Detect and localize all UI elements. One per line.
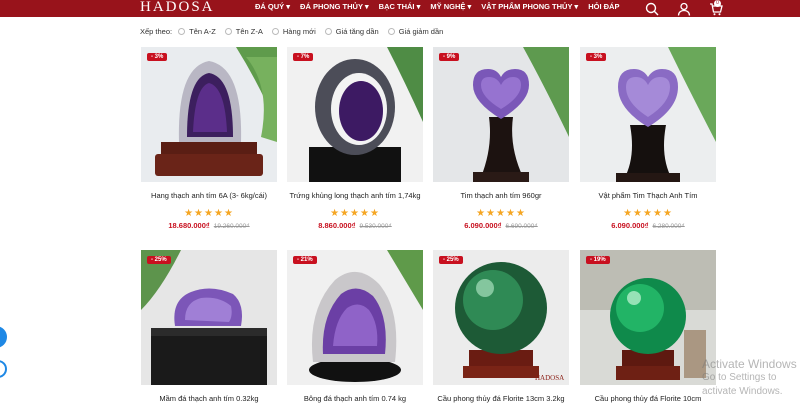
nav-item-vat-pham-phong-thuy[interactable]: VẬT PHẨM PHONG THỦY ▾ [481, 0, 578, 17]
original-price: 6.280.000₫ [652, 223, 685, 230]
original-price: 6.690.000₫ [505, 223, 538, 230]
sort-option-newest[interactable]: Hàng mới [271, 26, 316, 36]
product-image[interactable]: - 3% [580, 47, 716, 182]
messenger-chat-button[interactable] [0, 326, 7, 348]
product-image[interactable]: - 19% [580, 250, 716, 385]
product-card[interactable]: - 21% Bông đá thạch anh tím 0.74 kg [287, 250, 423, 406]
product-card[interactable]: - 19% Cầu phong thủy đá Florite 10cm [580, 250, 716, 406]
header-icons [645, 0, 723, 17]
discount-badge: - 7% [293, 53, 314, 61]
radio-icon [224, 27, 232, 35]
product-image[interactable]: - 21% [287, 250, 423, 385]
product-name[interactable]: Mầm đá thạch anh tím 0.32kg [141, 394, 277, 406]
sort-bar: Xếp theo: Tên A-Z Tên Z-A Hàng mới Giá t… [140, 24, 452, 38]
product-name[interactable]: Bông đá thạch anh tím 0.74 kg [287, 394, 423, 406]
sort-option-name-asc[interactable]: Tên A-Z [178, 27, 216, 36]
discount-badge: - 19% [586, 256, 610, 264]
nav-item-hoi-dap[interactable]: HỎI ĐÁP [588, 0, 619, 17]
main-nav: ĐÁ QUÝ ▾ ĐÁ PHONG THỦY ▾ BẠC THÁI ▾ MỸ N… [255, 0, 629, 17]
sort-option-name-desc[interactable]: Tên Z-A [224, 26, 263, 36]
discount-badge: - 9% [439, 53, 460, 61]
rating-stars-icon: ★★★★★ [476, 208, 526, 219]
sale-price: 18.680.000₫ [168, 221, 210, 230]
product-name[interactable]: Cầu phong thủy đá Florite 13cm 3.2kg [433, 394, 569, 406]
product-card[interactable]: - 3% Vật phẩm Tim Thạch Anh Tím ★★★★★ 6.… [580, 47, 716, 230]
nav-item-my-nghe[interactable]: MỸ NGHỆ ▾ [430, 0, 471, 17]
product-image[interactable]: HADOSA - 25% [433, 250, 569, 385]
product-name[interactable]: Hang thạch anh tím 6A (3- 6kg/cái) [141, 191, 277, 203]
product-card[interactable]: - 7% Trứng khủng long thạch anh tím 1,74… [287, 47, 423, 230]
user-icon[interactable] [677, 2, 691, 16]
product-card[interactable]: - 3% Hang thạch anh tím 6A (3- 6kg/cái) … [141, 47, 277, 230]
sort-option-label: Giá giảm dần [398, 26, 444, 36]
sort-option-label: Hàng mới [282, 26, 316, 36]
rating-stars-icon: ★★★★★ [184, 208, 234, 219]
sort-option-label: Giá tăng dần [335, 26, 379, 36]
product-image[interactable]: - 3% [141, 47, 277, 182]
sort-option-price-asc[interactable]: Giá tăng dần [324, 26, 379, 36]
watermark-subtitle: Go to Settings to activate Windows. [702, 372, 783, 397]
product-prices: 18.680.000₫ 19.260.000₫ [141, 221, 277, 230]
sale-price: 6.090.000₫ [464, 221, 502, 230]
radio-icon [324, 27, 332, 35]
nav-item-bac-thai[interactable]: BẠC THÁI ▾ [379, 0, 421, 17]
radio-icon [387, 27, 395, 35]
discount-badge: - 25% [439, 256, 463, 264]
product-image[interactable]: - 9% [433, 47, 569, 182]
original-price: 19.260.000₫ [213, 223, 250, 230]
search-icon[interactable] [645, 2, 659, 16]
radio-icon [271, 27, 279, 35]
product-card[interactable]: HADOSA - 25% Cầu phong thủy đá Florite 1… [433, 250, 569, 406]
original-price: 9.530.000₫ [359, 223, 392, 230]
discount-badge: - 3% [147, 53, 168, 61]
discount-badge: - 21% [293, 256, 317, 264]
sort-option-price-desc[interactable]: Giá giảm dần [387, 26, 444, 36]
nav-item-da-quy[interactable]: ĐÁ QUÝ ▾ [255, 0, 290, 17]
svg-text:HADOSA: HADOSA [535, 374, 564, 382]
product-prices: 6.090.000₫ 6.280.000₫ [580, 221, 716, 230]
cart-count-badge: 0 [714, 0, 721, 7]
product-prices: 8.860.000₫ 9.530.000₫ [287, 221, 423, 230]
product-name[interactable]: Trứng khủng long thạch anh tím 1,74kg [287, 191, 423, 203]
rating-stars-icon: ★★★★★ [623, 208, 673, 219]
product-name[interactable]: Cầu phong thủy đá Florite 10cm [580, 394, 716, 406]
sort-option-label: Tên Z-A [235, 26, 263, 36]
product-name[interactable]: Vật phẩm Tim Thạch Anh Tím [580, 191, 716, 203]
sale-price: 6.090.000₫ [611, 221, 649, 230]
watermark-title: Activate Windows [702, 357, 797, 371]
rating-stars-icon: ★★★★★ [330, 208, 380, 219]
sort-label: Xếp theo: [140, 26, 173, 36]
sort-option-label: Tên A-Z [189, 26, 216, 36]
radio-icon [178, 27, 186, 35]
sale-price: 8.860.000₫ [318, 221, 356, 230]
product-image[interactable]: - 25% [141, 250, 277, 385]
product-card[interactable]: - 9% Tim thạch anh tím 960gr ★★★★★ 6.090… [433, 47, 569, 230]
product-name[interactable]: Tim thạch anh tím 960gr [433, 191, 569, 203]
site-logo[interactable]: HADOSA [140, 0, 215, 16]
nav-item-da-phong-thuy[interactable]: ĐÁ PHONG THỦY ▾ [300, 0, 369, 17]
discount-badge: - 3% [586, 53, 607, 61]
windows-activation-watermark: Activate Windows Go to Settings to activ… [702, 357, 800, 399]
zalo-chat-button[interactable] [0, 360, 7, 378]
product-prices: 6.090.000₫ 6.690.000₫ [433, 221, 569, 230]
top-navbar: HADOSA ĐÁ QUÝ ▾ ĐÁ PHONG THỦY ▾ BẠC THÁI… [0, 0, 800, 17]
discount-badge: - 25% [147, 256, 171, 264]
product-card[interactable]: - 25% Mầm đá thạch anh tím 0.32kg [141, 250, 277, 406]
product-image[interactable]: - 7% [287, 47, 423, 182]
